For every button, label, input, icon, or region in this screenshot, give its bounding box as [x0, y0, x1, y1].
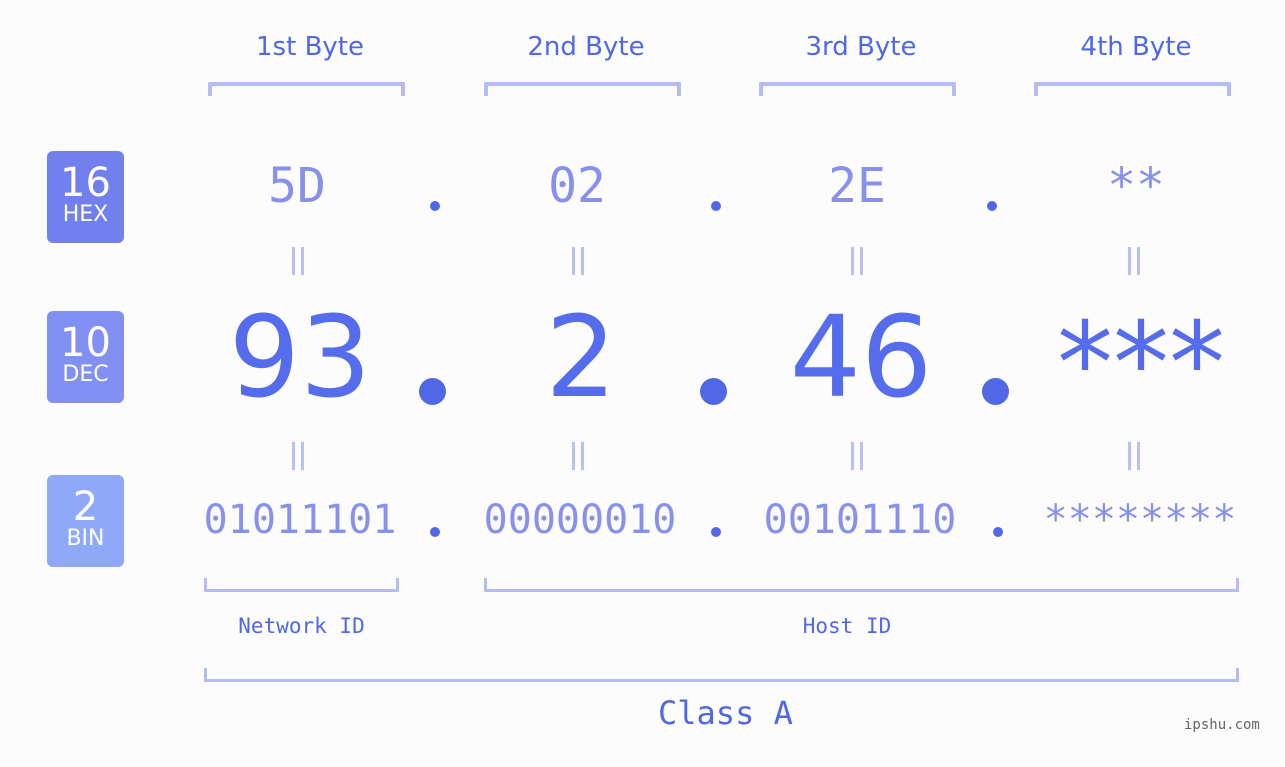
host-id-bracket — [484, 578, 1239, 592]
dec-byte-2: 2 — [545, 293, 617, 423]
bin-dot-1 — [430, 527, 440, 537]
bin-badge: 2 BIN — [47, 475, 124, 567]
hex-byte-1: 5D — [268, 158, 326, 214]
byte-header-3: 3rd Byte — [805, 32, 917, 62]
hex-byte-3: 2E — [828, 158, 886, 214]
bin-dot-2 — [711, 527, 721, 537]
byte-bracket-2 — [484, 82, 681, 96]
hex-base-number: 16 — [60, 160, 111, 206]
byte-bracket-3 — [759, 82, 956, 96]
dec-byte-3: 46 — [789, 293, 933, 423]
hex-badge: 16 HEX — [47, 151, 124, 243]
dec-badge: 10 DEC — [47, 311, 124, 403]
bin-byte-1: 01011101 — [203, 497, 397, 543]
hex-dot-3 — [987, 201, 997, 211]
hex-dot-1 — [430, 201, 440, 211]
bin-byte-2: 00000010 — [483, 497, 677, 543]
bin-base-label: BIN — [66, 526, 105, 551]
byte-bracket-1 — [208, 82, 405, 96]
byte-header-4: 4th Byte — [1080, 32, 1192, 62]
byte-header-1: 1st Byte — [256, 32, 364, 62]
bin-byte-4: ******** — [1043, 497, 1237, 543]
byte-header-2: 2nd Byte — [527, 32, 645, 62]
hex-byte-2: 02 — [548, 158, 606, 214]
dec-dot-2 — [700, 378, 727, 405]
class-bracket — [204, 668, 1239, 682]
hex-dot-2 — [711, 201, 721, 211]
bin-dot-3 — [993, 527, 1003, 537]
byte-bracket-4 — [1034, 82, 1231, 96]
bin-byte-3: 00101110 — [763, 497, 957, 543]
hex-byte-4: ** — [1107, 158, 1165, 214]
dec-dot-3 — [982, 378, 1009, 405]
dec-byte-4: *** — [1057, 299, 1225, 429]
class-label: Class A — [658, 694, 793, 732]
bin-base-number: 2 — [72, 484, 99, 530]
network-id-label: Network ID — [238, 614, 365, 638]
dec-dot-1 — [419, 378, 446, 405]
host-id-label: Host ID — [802, 614, 892, 638]
dec-base-label: DEC — [62, 362, 109, 387]
watermark: ipshu.com — [1184, 717, 1260, 733]
dec-base-number: 10 — [60, 320, 111, 366]
network-id-bracket — [204, 578, 399, 592]
dec-byte-1: 93 — [228, 293, 372, 423]
hex-base-label: HEX — [62, 202, 109, 227]
